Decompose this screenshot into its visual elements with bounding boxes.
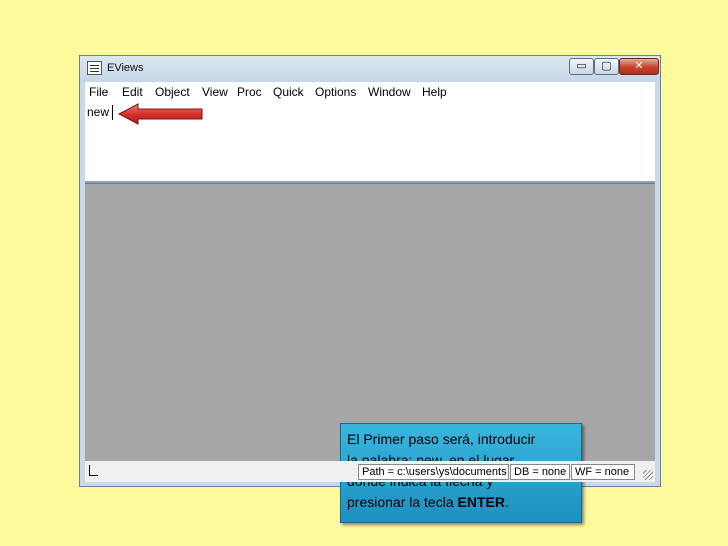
menu-window[interactable]: Window [368, 85, 411, 99]
resize-grip-icon[interactable] [643, 470, 653, 480]
close-button[interactable]: ✕ [619, 58, 659, 75]
menu-object[interactable]: Object [155, 85, 190, 99]
enter-key-label: ENTER [457, 494, 505, 510]
close-icon: ✕ [634, 59, 644, 72]
window-title: EViews [107, 62, 144, 74]
callout-period: . [504, 494, 509, 510]
menu-options[interactable]: Options [315, 85, 356, 99]
menu-bar: File Edit Object View Proc Quick Options… [85, 82, 655, 103]
status-wf[interactable]: WF = none [571, 464, 635, 480]
status-corner-mark [89, 465, 98, 476]
menu-view[interactable]: View [202, 85, 228, 99]
menu-proc[interactable]: Proc [237, 85, 262, 99]
workspace-area[interactable]: El Primer paso será, introducir la palab… [85, 183, 655, 523]
callout-line-4: presionar la tecla ENTER. [347, 492, 575, 513]
eviews-app-icon[interactable] [87, 61, 102, 75]
minimize-icon: ▭ [576, 59, 587, 72]
maximize-icon: ▢ [601, 59, 612, 72]
menu-file[interactable]: File [89, 85, 108, 99]
menu-help[interactable]: Help [422, 85, 447, 99]
status-db[interactable]: DB = none [510, 464, 570, 480]
maximize-button[interactable]: ▢ [594, 58, 619, 75]
minimize-button[interactable]: ▭ [569, 58, 594, 75]
text-cursor [112, 105, 113, 120]
red-arrow-icon [118, 103, 203, 125]
title-bar: EViews ▭ ▢ ✕ [80, 56, 660, 82]
command-window[interactable]: new [85, 102, 655, 183]
status-path[interactable]: Path = c:\users\ys\documents [358, 464, 509, 480]
status-bar: Path = c:\users\ys\documents DB = none W… [85, 461, 655, 482]
callout-line-4-text: presionar la tecla [347, 494, 458, 510]
menu-edit[interactable]: Edit [122, 85, 143, 99]
command-input-text[interactable]: new [87, 105, 109, 119]
eviews-window: EViews ▭ ▢ ✕ File Edit Object View Proc … [79, 55, 661, 523]
callout-line-1: El Primer paso será, introducir [347, 431, 536, 447]
menu-quick[interactable]: Quick [273, 85, 304, 99]
